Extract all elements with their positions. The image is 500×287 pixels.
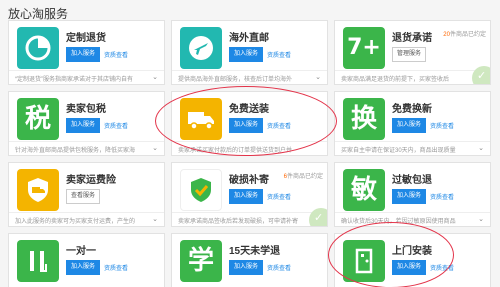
qualification-link[interactable]: 资质查看 — [430, 121, 454, 130]
description-bar: 加入此服务的卖家可为买家支付运费，产生的 ⌄ — [9, 212, 164, 226]
allergy-character-icon: 敏 — [343, 169, 385, 211]
qualification-link[interactable]: 资质查看 — [104, 263, 128, 272]
qualification-link[interactable]: 资质查看 — [267, 50, 291, 59]
card-title: 免费送装 — [229, 104, 269, 115]
qualification-link[interactable]: 资质查看 — [267, 192, 291, 201]
card-title: 过敏包退 — [392, 175, 432, 186]
delivery-truck-icon — [180, 98, 222, 140]
chevron-down-icon[interactable]: ⌄ — [315, 73, 321, 81]
card-title: 一对一 — [66, 246, 96, 257]
card-description: 卖家承诺买家付款后的订单提供送货到户并 — [178, 148, 293, 154]
join-service-button[interactable]: 加入服务 — [229, 189, 263, 204]
manage-service-button[interactable]: 管理服务 — [392, 47, 426, 62]
card-description: “定制退货”服务指商家承诺对于其店铺内自有 — [15, 77, 133, 83]
card-title: 上门安装 — [392, 246, 432, 257]
service-card-free-exchange: 换 免费换新 加入服务 资质查看 买家自主申请在保证30天内，商品出现质量 ⌄ — [334, 91, 491, 156]
qualification-link[interactable]: 资质查看 — [267, 263, 291, 272]
check-badge-icon: ✓ — [309, 208, 327, 226]
join-service-button[interactable]: 加入服务 — [392, 260, 426, 275]
shield-truck-icon — [17, 169, 59, 211]
service-card-15-day-study-return: 学 15天未学退 加入服务 资质查看 — [171, 233, 328, 287]
service-card-custom-return: 定制退货 加入服务 资质查看 “定制退货”服务指商家承诺对于其店铺内自有 ⌄ — [8, 20, 165, 85]
description-bar: 确认收货后30天内，若因过敏原因使用商品 ⌄ — [335, 212, 490, 226]
chevron-down-icon[interactable]: ⌄ — [478, 144, 484, 152]
card-title: 退货承诺 — [392, 33, 432, 44]
join-service-button[interactable]: 加入服务 — [66, 118, 100, 133]
qualification-link[interactable]: 资质查看 — [267, 121, 291, 130]
service-card-damage-resend: 破损补寄 6件商品已约定 加入服务 资质查看 卖家承诺商品签收后若发现破损，可申… — [171, 162, 328, 227]
join-service-button[interactable]: 加入服务 — [66, 47, 100, 62]
card-description: 针对海外直邮商品提供包税服务，降低买家海 — [15, 148, 136, 154]
service-card-overseas-direct: 海外直邮 加入服务 资质查看 提供商品海外直邮服务，核查后订单均海外 ⌄ — [171, 20, 328, 85]
qualification-link[interactable]: 资质查看 — [430, 192, 454, 201]
card-title: 破损补寄 — [229, 175, 269, 186]
card-description: 加入此服务的卖家可为买家支付运费，产生的 — [15, 219, 136, 225]
description-bar: 买家自主申请在保证30天内，商品出现质量 ⌄ — [335, 141, 490, 155]
join-service-button[interactable]: 加入服务 — [229, 118, 263, 133]
check-badge-icon: ✓ — [472, 66, 490, 84]
qualification-link[interactable]: 资质查看 — [104, 50, 128, 59]
card-title: 定制退货 — [66, 33, 106, 44]
join-service-button[interactable]: 加入服务 — [66, 260, 100, 275]
join-service-button[interactable]: 加入服务 — [229, 260, 263, 275]
promised-count-note: 20件商品已约定 — [443, 32, 486, 38]
card-description: 卖家承诺商品签收后若发现破损，可申请补寄 — [178, 219, 299, 225]
service-card-allergy-return: 敏 过敏包退 加入服务 资质查看 确认收货后30天内，若因过敏原因使用商品 ⌄ — [334, 162, 491, 227]
view-service-button[interactable]: 查看服务 — [66, 189, 100, 204]
service-card-seller-tax: 税 卖家包税 加入服务 资质查看 针对海外直邮商品提供包税服务，降低买家海 ⌄ — [8, 91, 165, 156]
card-description: 提供商品海外直邮服务，核查后订单均海外 — [178, 77, 293, 83]
card-description: 确认收货后30天内，若因过敏原因使用商品 — [341, 219, 456, 225]
description-bar: 提供商品海外直邮服务，核查后订单均海外 ⌄ — [172, 70, 327, 84]
card-description: 卖家商品满足退货的前提下，买家签收后 — [341, 77, 450, 83]
shield-check-icon — [180, 169, 222, 211]
card-title: 海外直邮 — [229, 33, 269, 44]
airplane-icon — [180, 27, 222, 69]
card-title: 卖家运费险 — [66, 175, 116, 186]
card-title: 免费换新 — [392, 104, 432, 115]
tax-character-icon: 税 — [17, 98, 59, 140]
exchange-character-icon: 换 — [343, 98, 385, 140]
seven-plus-icon: 7+ — [343, 27, 385, 69]
promised-count-note: 6件商品已约定 — [283, 174, 323, 180]
service-card-return-promise: 7+ 退货承诺 20件商品已约定 管理服务 卖家商品满足退货的前提下，买家签收后… — [334, 20, 491, 85]
description-bar: “定制退货”服务指商家承诺对于其店铺内自有 ⌄ — [9, 70, 164, 84]
card-title: 15天未学退 — [229, 246, 281, 257]
clock-pie-icon — [17, 27, 59, 69]
service-card-freight-insurance: 卖家运费险 查看服务 加入此服务的卖家可为买家支付运费，产生的 ⌄ — [8, 162, 165, 227]
one-on-one-icon — [17, 240, 59, 282]
description-bar: 卖家商品满足退货的前提下，买家签收后 — [335, 70, 490, 84]
study-character-icon: 学 — [180, 240, 222, 282]
service-card-onsite-install: 上门安装 加入服务 资质查看 — [334, 233, 491, 287]
join-service-button[interactable]: 加入服务 — [392, 189, 426, 204]
description-bar: 卖家承诺商品签收后若发现破损，可申请补寄 — [172, 212, 327, 226]
qualification-link[interactable]: 资质查看 — [104, 121, 128, 130]
chevron-down-icon[interactable]: ⌄ — [152, 144, 158, 152]
service-grid: 定制退货 加入服务 资质查看 “定制退货”服务指商家承诺对于其店铺内自有 ⌄ 海… — [8, 20, 492, 287]
qualification-link[interactable]: 资质查看 — [430, 263, 454, 272]
door-install-icon — [343, 240, 385, 282]
card-description: 买家自主申请在保证30天内，商品出现质量 — [341, 148, 456, 154]
chevron-down-icon[interactable]: ⌄ — [478, 215, 484, 223]
chevron-down-icon[interactable]: ⌄ — [152, 73, 158, 81]
join-service-button[interactable]: 加入服务 — [392, 118, 426, 133]
description-bar: 针对海外直邮商品提供包税服务，降低买家海 ⌄ — [9, 141, 164, 155]
card-title: 卖家包税 — [66, 104, 106, 115]
service-card-one-on-one: 一对一 加入服务 资质查看 — [8, 233, 165, 287]
service-card-free-delivery-install: 免费送装 加入服务 资质查看 卖家承诺买家付款后的订单提供送货到户并 — [171, 91, 328, 156]
join-service-button[interactable]: 加入服务 — [229, 47, 263, 62]
description-bar: 卖家承诺买家付款后的订单提供送货到户并 — [172, 141, 327, 155]
chevron-down-icon[interactable]: ⌄ — [152, 215, 158, 223]
